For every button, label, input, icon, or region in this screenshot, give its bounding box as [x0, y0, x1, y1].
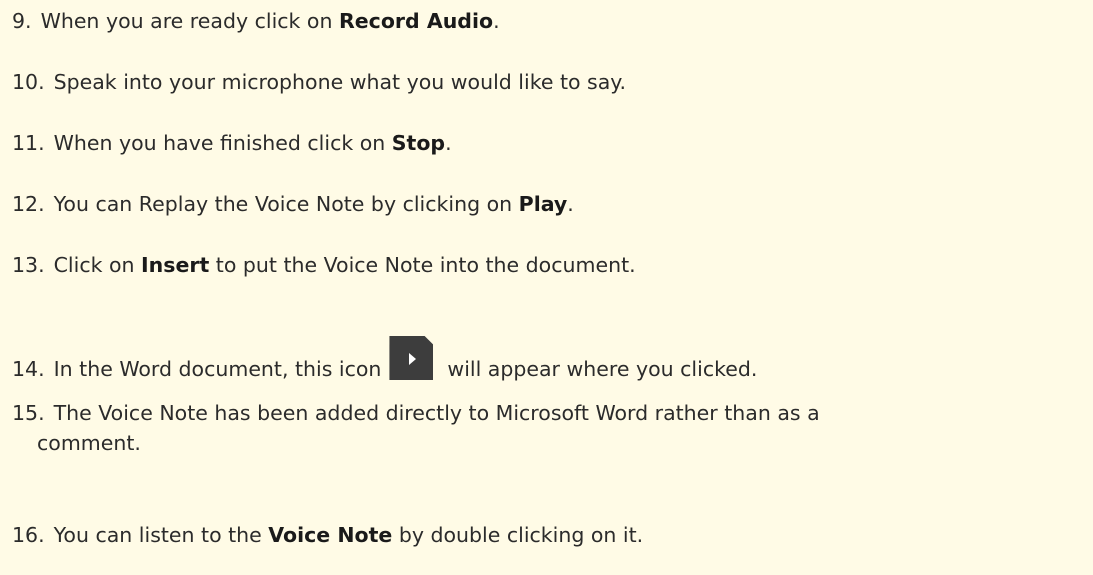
step-16: 16. You can listen to the Voice Note by d… [12, 520, 643, 550]
step-text-end: . [493, 9, 500, 33]
step-text-end: to put the Voice Note into the document. [209, 253, 636, 277]
step-12: 12. You can Replay the Voice Note by clic… [12, 189, 574, 219]
step-text: You can listen to the [53, 523, 269, 547]
step-13: 13. Click on Insert to put the Voice Note… [12, 250, 636, 280]
voice-note-play-icon [389, 336, 434, 380]
step-text-end: by double clicking on it. [392, 523, 644, 547]
step-text: In the Word document, this icon [53, 357, 382, 381]
voice-note-label: Voice Note [268, 523, 393, 547]
step-number: 13. [12, 253, 45, 277]
step-text: Click on [53, 253, 142, 277]
step-10: 10. Speak into your microphone what you w… [12, 67, 626, 97]
play-label: Play [518, 192, 568, 216]
step-text: You can Replay the Voice Note by clickin… [53, 192, 519, 216]
step-number: 14. [12, 357, 45, 381]
step-number: 10. [12, 70, 45, 94]
step-number: 11. [12, 131, 45, 155]
record-audio-label: Record Audio [338, 9, 494, 33]
step-number: 9. [12, 9, 32, 33]
step-text-end: . [567, 192, 574, 216]
step-text-end: will appear where you clicked. [447, 357, 758, 381]
step-number: 12. [12, 192, 45, 216]
step-11: 11. When you have finished click on Stop. [12, 128, 452, 158]
step-text: The Voice Note has been added directly t… [53, 401, 820, 425]
instruction-document: 9. When you are ready click on Record Aud… [0, 0, 1093, 575]
step-text: When you are ready click on [40, 9, 339, 33]
step-14: 14. In the Word document, this icon will a… [12, 336, 757, 384]
step-text: When you have finished click on [53, 131, 392, 155]
step-text: Speak into your microphone what you woul… [53, 70, 627, 94]
stop-label: Stop [391, 131, 446, 155]
step-text-continuation: comment. [37, 431, 141, 455]
insert-label: Insert [141, 253, 210, 277]
step-number: 16. [12, 523, 45, 547]
step-number: 15. [12, 401, 45, 425]
step-text-end: . [445, 131, 452, 155]
step-15: 15. The Voice Note has been added directl… [12, 398, 1087, 458]
step-9: 9. When you are ready click on Record Aud… [12, 6, 500, 36]
